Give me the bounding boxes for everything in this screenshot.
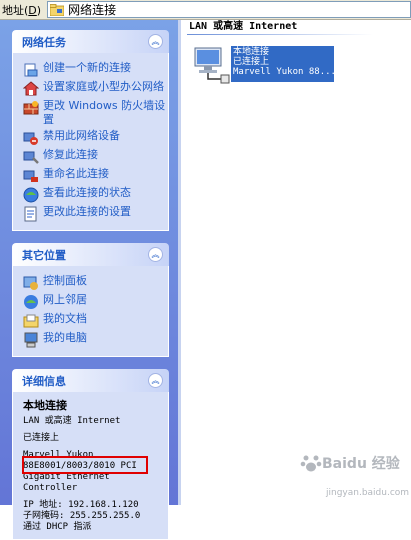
control-panel-icon (23, 276, 38, 290)
my-documents-icon (23, 314, 39, 328)
task-change-settings[interactable]: 更改此连接的设置 (23, 205, 168, 222)
address-input[interactable]: 网络连接 (47, 1, 411, 18)
connection-name: 本地连接 (233, 47, 270, 57)
task-disable-device[interactable]: 禁用此网络设备 (23, 129, 168, 146)
highlight-box (22, 456, 148, 474)
network-tasks-body: 创建一个新的连接 设置家庭或小型办公网络 更改 Windows 防火墙设置 禁用… (12, 53, 169, 231)
panel-title: 网络任务 (22, 35, 66, 49)
network-tasks-panel: 网络任务 ︽ 创建一个新的连接 设置家庭或小型办公网络 更改 Windows 防… (12, 30, 169, 231)
my-computer-icon (24, 332, 38, 348)
baidu-watermark: Baidu 经验 (300, 452, 400, 474)
disable-device-icon (23, 132, 38, 145)
details-type: LAN 或高速 Internet (23, 416, 121, 426)
place-control-panel[interactable]: 控制面板 (23, 274, 168, 291)
other-places-panel: 其它位置 ︽ 控制面板 网上邻居 我的文档 我的电脑 (12, 243, 169, 357)
task-create-connection[interactable]: 创建一个新的连接 (23, 61, 168, 78)
repair-icon (23, 151, 39, 164)
details-ip-address: IP 地址: 192.168.1.120 (23, 500, 139, 510)
details-header[interactable]: 详细信息 ︽ (12, 369, 169, 392)
details-status: 已连接上 (23, 433, 60, 443)
place-my-documents[interactable]: 我的文档 (23, 312, 168, 329)
settings-icon (24, 206, 37, 222)
task-rename-connection[interactable]: 重命名此连接 (23, 167, 168, 184)
network-tasks-header[interactable]: 网络任务 ︽ (12, 30, 169, 53)
watermark-text: Baidu 经验 (322, 456, 400, 472)
network-places-icon (24, 295, 38, 309)
task-pane: 网络任务 ︽ 创建一个新的连接 设置家庭或小型办公网络 更改 Windows 防… (0, 20, 181, 540)
panel-title: 其它位置 (22, 248, 66, 262)
task-firewall-settings[interactable]: 更改 Windows 防火墙设置 (23, 99, 168, 127)
collapse-chevron-icon[interactable]: ︽ (148, 373, 163, 388)
place-my-computer[interactable]: 我的电脑 (23, 331, 168, 348)
baidu-paw-icon (300, 455, 322, 472)
details-dhcp: 通过 DHCP 指派 (23, 522, 92, 532)
task-view-status[interactable]: 查看此连接的状态 (23, 186, 168, 203)
address-text: 网络连接 (68, 3, 117, 17)
network-folder-icon (50, 3, 65, 16)
other-places-header[interactable]: 其它位置 ︽ (12, 243, 169, 266)
firewall-icon (23, 101, 39, 115)
home-network-icon (23, 81, 39, 96)
details-subnet-mask: 子网掩码: 255.255.255.0 (23, 511, 141, 521)
collapse-chevron-icon[interactable]: ︽ (148, 34, 163, 49)
connection-device: Marvell Yukon 88... (233, 67, 334, 77)
group-title: LAN 或高速 Internet (189, 21, 298, 32)
task-repair-connection[interactable]: 修复此连接 (23, 148, 168, 165)
connection-item-local[interactable]: 本地连接 已连接上 Marvell Yukon 88... (191, 46, 336, 84)
connections-view: LAN 或高速 Internet 本地连接 已连接上 Marvell Yukon… (181, 20, 411, 505)
address-bar: 地址(D) 网络连接 (0, 0, 411, 20)
collapse-chevron-icon[interactable]: ︽ (148, 247, 163, 262)
network-connection-icon (194, 47, 230, 84)
other-places-body: 控制面板 网上邻居 我的文档 我的电脑 (12, 266, 169, 357)
rename-icon (23, 170, 38, 182)
new-connection-icon (24, 63, 38, 77)
connection-status: 已连接上 (233, 57, 270, 67)
connection-label: 本地连接 已连接上 Marvell Yukon 88... (231, 46, 334, 82)
status-icon (23, 187, 39, 203)
group-divider (187, 34, 373, 35)
details-panel: 详细信息 ︽ 本地连接 LAN 或高速 Internet 已连接上 Marvel… (12, 369, 169, 540)
place-network-places[interactable]: 网上邻居 (23, 293, 168, 310)
task-home-network[interactable]: 设置家庭或小型办公网络 (23, 80, 168, 97)
watermark-url: jingyan.baidu.com (326, 488, 410, 498)
panel-title: 详细信息 (22, 374, 66, 388)
address-label: 地址(D) (2, 3, 42, 17)
details-connection-name: 本地连接 (23, 399, 67, 412)
